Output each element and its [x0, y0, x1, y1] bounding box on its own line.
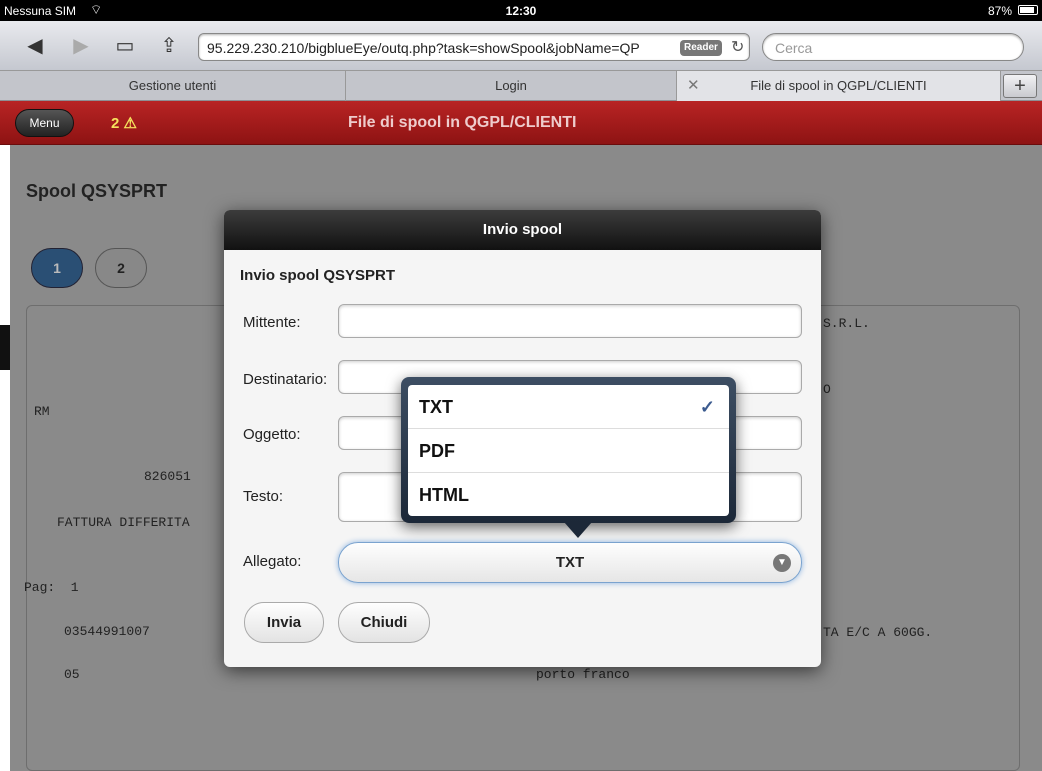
oggetto-label: Oggetto:	[243, 426, 301, 443]
tab-label: Login	[495, 78, 527, 93]
spool-line: 03544991007	[64, 624, 150, 639]
search-input[interactable]: Cerca	[762, 33, 1024, 61]
spool-line: S.R.L.	[823, 316, 870, 331]
option-label: PDF	[419, 441, 455, 461]
warning-indicator[interactable]: 2 ⚠	[111, 114, 137, 132]
spool-line: FATTURA DIFFERITA	[57, 515, 190, 530]
spool-line: RM	[34, 404, 50, 419]
battery-level: 87%	[987, 4, 1012, 18]
bookmarks-icon[interactable]: ▭	[110, 33, 140, 59]
send-button[interactable]: Invia	[244, 602, 324, 643]
warning-count: 2	[111, 115, 120, 132]
spool-line: TA E/C A 60GG.	[823, 625, 933, 640]
share-icon[interactable]: ⇪	[154, 33, 184, 59]
mittente-field[interactable]	[338, 304, 802, 338]
battery-icon	[1018, 5, 1038, 15]
allegato-select[interactable]: TXT ▼	[338, 542, 802, 583]
spool-line: porto franco	[536, 667, 630, 682]
spool-line: Pag: 1	[24, 580, 79, 595]
tab-file-spool[interactable]: ✕ File di spool in QGPL/CLIENTI	[677, 71, 1001, 101]
tab-bar: Gestione utenti Login ✕ File di spool in…	[0, 71, 1042, 101]
search-placeholder: Cerca	[775, 40, 813, 56]
reader-button[interactable]: Reader	[680, 40, 722, 56]
allegato-options: TXT ✓ PDF HTML	[408, 385, 729, 516]
status-clock: 12:30	[505, 4, 537, 18]
back-icon[interactable]: ◀	[20, 33, 50, 59]
option-label: TXT	[419, 397, 453, 417]
page-button-1[interactable]: 1	[31, 248, 83, 288]
new-tab-button[interactable]: +	[1003, 74, 1037, 98]
close-icon[interactable]: ✕	[687, 71, 700, 101]
option-label: HTML	[419, 485, 469, 505]
url-field[interactable]: 95.229.230.210/bigblueEye/outq.php?task=…	[198, 33, 750, 61]
allegato-label: Allegato:	[243, 553, 302, 570]
browser-toolbar: ◀ ▶ ▭ ⇪ 95.229.230.210/bigblueEye/outq.p…	[0, 21, 1042, 71]
tab-login[interactable]: Login	[346, 71, 677, 101]
forward-icon[interactable]: ▶	[66, 33, 96, 59]
page-button-2[interactable]: 2	[95, 248, 147, 288]
option-txt[interactable]: TXT ✓	[408, 385, 729, 429]
testo-label: Testo:	[243, 488, 284, 505]
menu-button[interactable]: Menu	[15, 109, 74, 137]
tab-gestione-utenti[interactable]: Gestione utenti	[0, 71, 346, 101]
spool-line: 826051	[144, 469, 191, 484]
close-button[interactable]: Chiudi	[338, 602, 430, 643]
tab-label: File di spool in QGPL/CLIENTI	[750, 78, 927, 93]
popover-arrow	[564, 522, 592, 538]
status-bar: Nessuna SIM ⌔ 12:30 87%	[0, 0, 1042, 21]
app-header: Menu 2 ⚠ File di spool in QGPL/CLIENTI	[0, 101, 1042, 145]
reload-icon[interactable]: ↻	[731, 37, 744, 57]
dialog-subtitle: Invio spool QSYSPRT	[240, 267, 396, 284]
tab-label: Gestione utenti	[128, 78, 217, 93]
spool-line: O	[823, 382, 831, 397]
left-edge-marker	[0, 325, 10, 370]
checkmark-icon: ✓	[699, 397, 715, 417]
warning-icon: ⚠	[123, 115, 137, 132]
allegato-popover: TXT ✓ PDF HTML	[401, 377, 736, 523]
page-header-title: File di spool in QGPL/CLIENTI	[348, 114, 577, 131]
page-title: Spool QSYSPRT	[26, 181, 168, 201]
allegato-value: TXT	[555, 554, 585, 571]
chevron-down-icon: ▼	[773, 554, 791, 572]
spool-line: 05	[64, 667, 80, 682]
option-pdf[interactable]: PDF	[408, 429, 729, 473]
left-edge	[0, 145, 10, 771]
mittente-label: Mittente:	[243, 314, 301, 331]
destinatario-label: Destinatario:	[243, 371, 328, 388]
dialog-title: Invio spool	[224, 210, 821, 250]
url-text: 95.229.230.210/bigblueEye/outq.php?task=…	[207, 40, 640, 56]
option-html[interactable]: HTML	[408, 473, 729, 516]
